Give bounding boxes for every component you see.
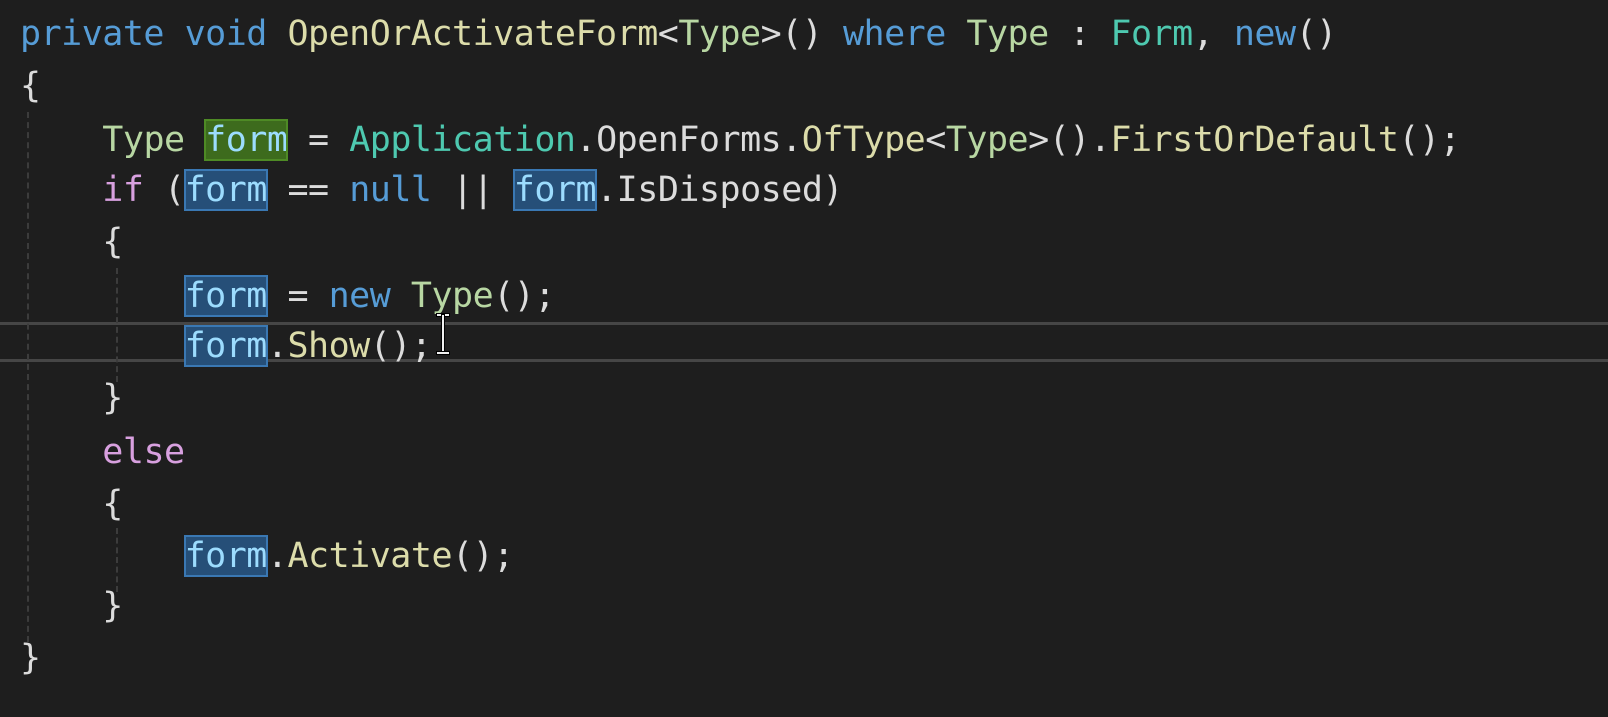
code-token: ) bbox=[822, 170, 843, 210]
code-token: . bbox=[596, 170, 617, 210]
keyword-token: where bbox=[842, 14, 946, 54]
code-token: () bbox=[1295, 14, 1338, 54]
code-token: = bbox=[287, 120, 350, 160]
code-line-8[interactable]: } bbox=[20, 376, 123, 420]
code-token: } bbox=[102, 586, 123, 626]
code-line-4[interactable]: if (form == null || form.IsDisposed) bbox=[20, 168, 843, 212]
code-token: . bbox=[781, 120, 802, 160]
code-token: == bbox=[266, 170, 350, 210]
code-token: () bbox=[781, 14, 823, 54]
text-ibeam-cursor-icon bbox=[436, 312, 450, 356]
type-name-token: Application bbox=[349, 120, 576, 160]
type-name-token: Type bbox=[410, 276, 494, 316]
code-token: = bbox=[266, 276, 329, 316]
code-token: < bbox=[925, 120, 946, 160]
form-reference-highlight: form bbox=[183, 169, 268, 211]
method-name-token: FirstOrDefault bbox=[1110, 120, 1399, 160]
code-token: (); bbox=[369, 326, 432, 366]
code-editor[interactable]: private void OpenOrActivateForm<Type>() … bbox=[0, 0, 1608, 717]
code-token: { bbox=[102, 484, 123, 524]
code-line-12[interactable]: } bbox=[20, 584, 123, 628]
code-token: (); bbox=[493, 276, 555, 316]
code-line-11[interactable]: form.Activate(); bbox=[20, 534, 514, 578]
form-reference-highlight: form bbox=[512, 169, 598, 211]
code-token: > bbox=[1028, 120, 1049, 160]
keyword-token: new bbox=[1233, 14, 1296, 54]
code-line-3[interactable]: Type form = Application.OpenForms.OfType… bbox=[20, 118, 1461, 162]
type-name-token: Form bbox=[1110, 14, 1193, 54]
code-line-5[interactable]: { bbox=[20, 220, 123, 264]
code-line-9[interactable]: else bbox=[20, 430, 185, 474]
form-reference-highlight: form bbox=[183, 535, 268, 577]
method-name-token: OfType bbox=[801, 120, 926, 160]
code-token: , bbox=[1192, 14, 1214, 54]
code-token: . bbox=[575, 120, 597, 160]
code-line-13[interactable]: } bbox=[20, 636, 41, 680]
code-token: < bbox=[657, 14, 679, 54]
keyword-token: new bbox=[328, 276, 391, 316]
code-token: OpenForms bbox=[596, 120, 782, 160]
code-token: || bbox=[431, 170, 514, 210]
code-token: > bbox=[760, 14, 782, 54]
code-token: (); bbox=[1398, 120, 1461, 160]
code-token: } bbox=[102, 378, 123, 418]
code-token: . bbox=[266, 326, 288, 366]
type-name-token: Type bbox=[102, 120, 185, 160]
code-token: IsDisposed bbox=[616, 170, 823, 210]
code-line-1[interactable]: private void OpenOrActivateForm<Type>() … bbox=[20, 12, 1337, 56]
type-name-token: Type bbox=[678, 14, 761, 54]
code-token: ( bbox=[143, 170, 185, 210]
code-token: } bbox=[20, 638, 41, 678]
code-token: (). bbox=[1048, 120, 1111, 160]
code-token: { bbox=[102, 222, 123, 262]
method-name-token: Activate bbox=[287, 536, 453, 576]
method-name-token: OpenOrActivateForm bbox=[287, 14, 658, 54]
method-name-token: Show bbox=[287, 326, 370, 366]
type-name-token: Type bbox=[966, 14, 1049, 54]
form-reference-highlight: form bbox=[183, 325, 268, 367]
keyword-token: else bbox=[102, 432, 185, 472]
keyword-token: null bbox=[349, 170, 432, 210]
code-token: : bbox=[1048, 14, 1111, 54]
code-line-6[interactable]: form = new Type(); bbox=[20, 274, 555, 318]
code-token: { bbox=[20, 66, 41, 106]
keyword-token: void bbox=[184, 14, 268, 54]
code-line-10[interactable]: { bbox=[20, 482, 123, 526]
code-token: (); bbox=[452, 536, 514, 576]
keyword-token: if bbox=[102, 170, 144, 210]
code-line-7[interactable]: form.Show(); bbox=[20, 324, 432, 368]
form-definition-highlight: form bbox=[204, 119, 289, 161]
code-line-2[interactable]: { bbox=[20, 64, 41, 108]
form-reference-highlight: form bbox=[183, 275, 268, 317]
type-name-token: Type bbox=[945, 120, 1029, 160]
keyword-token: private bbox=[20, 14, 165, 54]
code-token: . bbox=[266, 536, 288, 576]
